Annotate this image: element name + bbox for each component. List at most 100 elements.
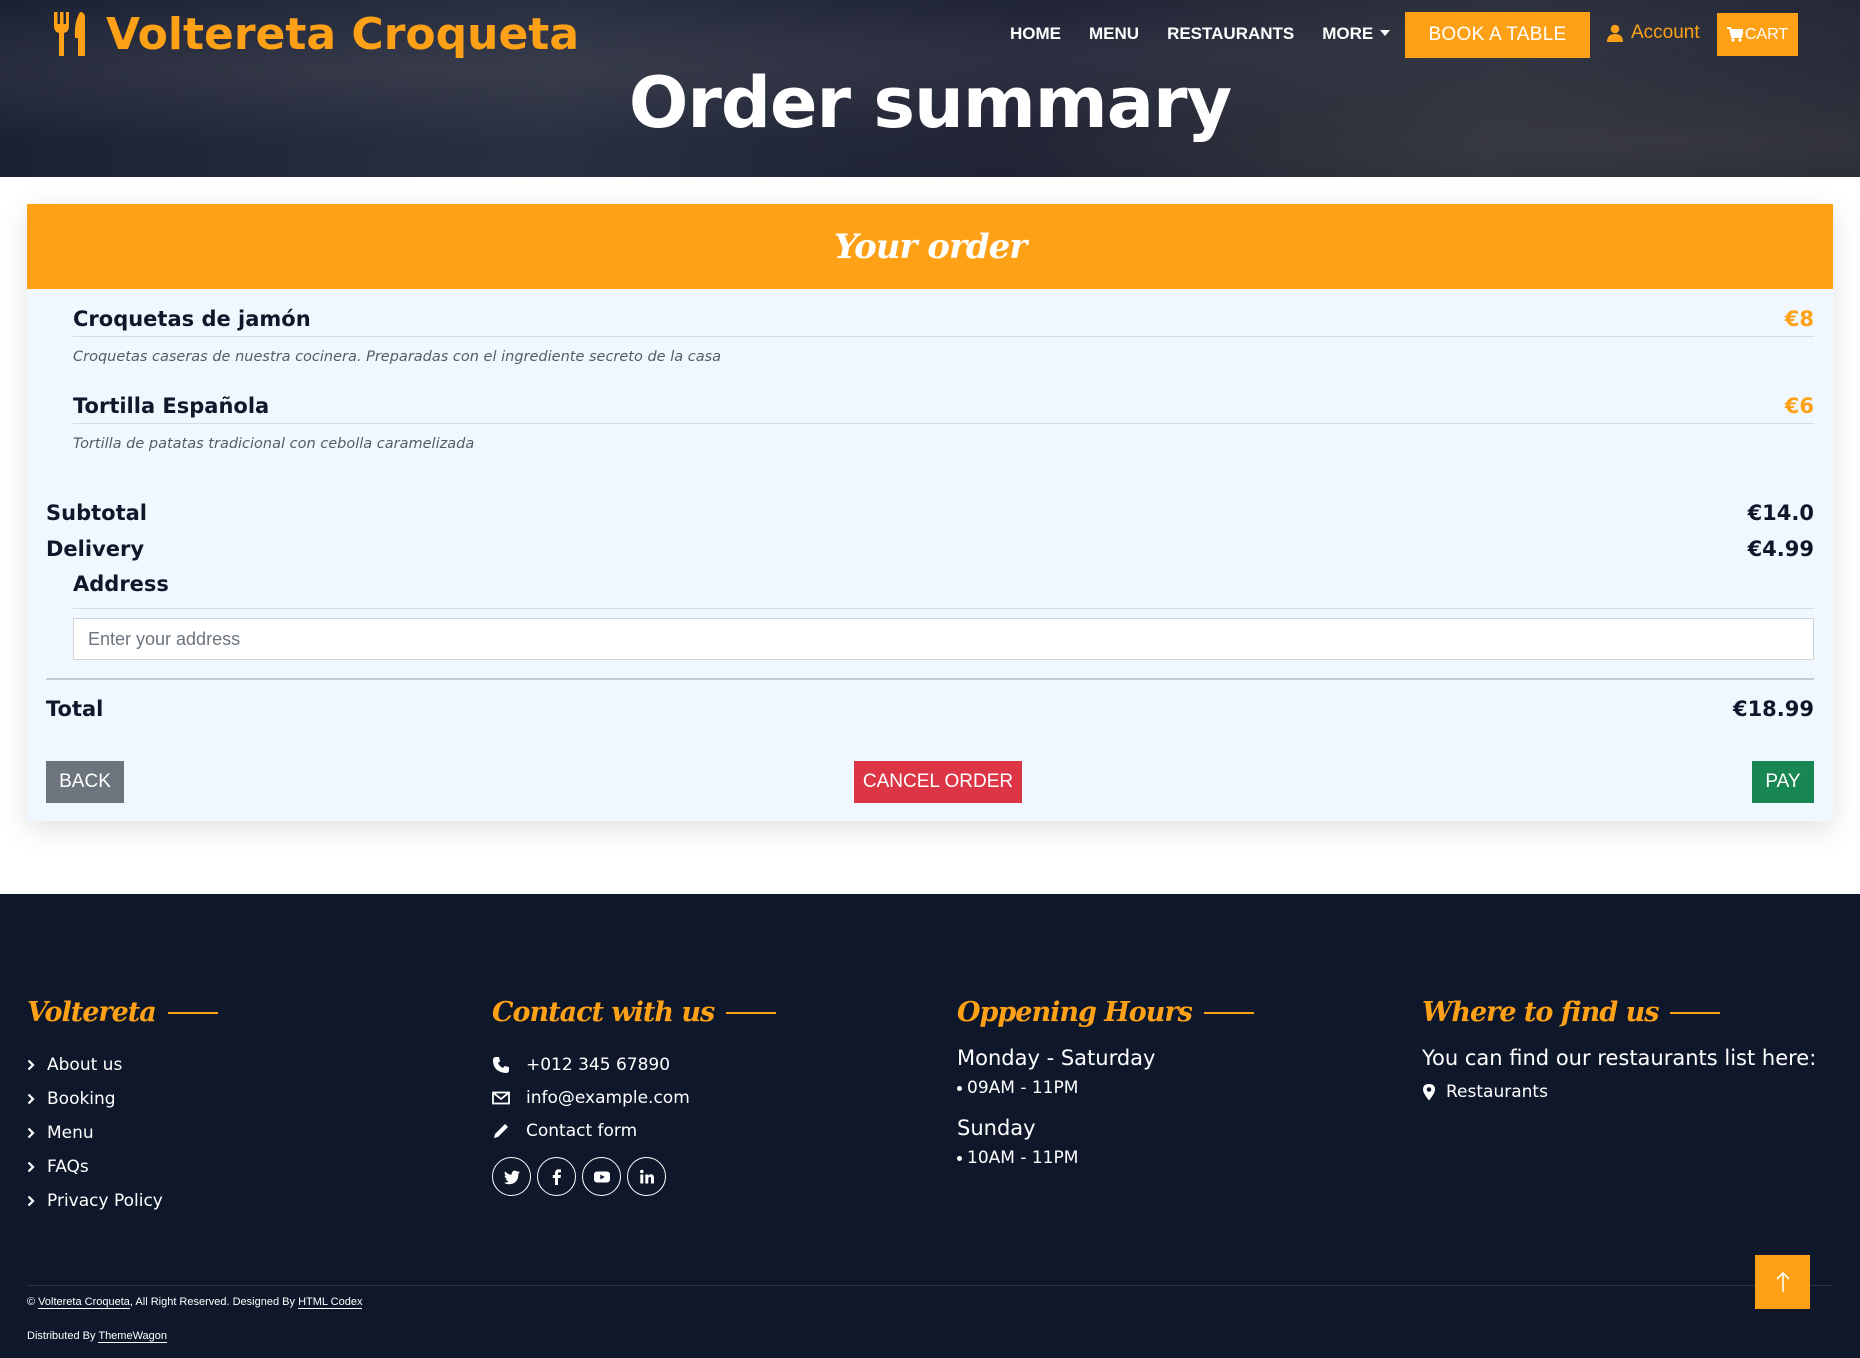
footer-link-label: Privacy Policy xyxy=(47,1191,163,1211)
total-divider xyxy=(46,678,1814,680)
back-button[interactable]: BACK xyxy=(46,761,124,803)
contact-form-text: Contact form xyxy=(526,1120,638,1141)
back-to-top-button[interactable] xyxy=(1755,1255,1810,1309)
facebook-icon xyxy=(552,1168,561,1185)
brand-logo[interactable]: Voltereta Croqueta xyxy=(52,6,579,62)
main-nav: HOME MENU RESTAURANTS MORE xyxy=(1010,14,1418,54)
pay-button[interactable]: PAY xyxy=(1752,761,1814,803)
facebook-button[interactable] xyxy=(537,1157,576,1196)
linkedin-icon xyxy=(639,1169,654,1183)
contact-email[interactable]: info@example.com xyxy=(492,1081,776,1114)
footer-col-voltereta: Voltereta About us Booking Menu FAQs Pri… xyxy=(27,997,218,1218)
subtotal-value: €14.0 xyxy=(1747,501,1814,525)
copyright: © Voltereta Croqueta, All Right Reserved… xyxy=(27,1296,363,1309)
contact-form-link[interactable]: Contact form xyxy=(492,1114,776,1147)
map-marker-icon xyxy=(1423,1084,1435,1101)
user-icon xyxy=(1607,24,1623,42)
hours-day: Monday - Saturday xyxy=(957,1046,1156,1070)
nav-more[interactable]: MORE xyxy=(1322,24,1391,44)
cart-icon xyxy=(1726,27,1743,42)
footer-link-faqs[interactable]: FAQs xyxy=(27,1150,218,1184)
hours-time: 09AM - 11PM xyxy=(957,1078,1254,1098)
cart-label: CART xyxy=(1744,25,1789,43)
account-label: Account xyxy=(1631,22,1700,43)
order-item-row: Croquetas de jamón €8 xyxy=(73,301,1814,337)
footer-link-label: Menu xyxy=(47,1123,94,1143)
distributor-link[interactable]: ThemeWagon xyxy=(98,1330,168,1343)
footer-heading-text: Oppening Hours xyxy=(957,997,1193,1028)
item-description: Tortilla de patatas tradicional con cebo… xyxy=(73,436,475,452)
address-input[interactable] xyxy=(73,618,1814,660)
copyright-text: , All Right Reserved. Designed By xyxy=(129,1296,295,1308)
total-value: €18.99 xyxy=(1732,697,1814,721)
footer-heading: Voltereta xyxy=(27,997,218,1028)
order-item-row: Tortilla Española €6 xyxy=(73,388,1814,424)
chevron-right-icon xyxy=(27,1127,35,1139)
linkedin-button[interactable] xyxy=(627,1157,666,1196)
twitter-button[interactable] xyxy=(492,1157,531,1196)
copyright-brand-link[interactable]: Voltereta Croqueta xyxy=(38,1296,130,1309)
hours-time-text: 09AM - 11PM xyxy=(967,1078,1079,1098)
nav-more-label: MORE xyxy=(1322,24,1374,43)
cancel-order-button[interactable]: CANCEL ORDER xyxy=(854,761,1022,803)
footer-col-find-us: Where to find us You can find our restau… xyxy=(1422,997,1816,1102)
chevron-right-icon xyxy=(27,1059,35,1071)
nav-menu[interactable]: MENU xyxy=(1089,24,1139,44)
bullet-icon xyxy=(957,1155,962,1161)
item-name: Tortilla Española xyxy=(73,393,270,418)
order-header: Your order xyxy=(27,204,1833,289)
footer-heading-text: Voltereta xyxy=(27,997,157,1028)
footer-link-booking[interactable]: Booking xyxy=(27,1082,218,1116)
caret-down-icon xyxy=(1380,30,1391,36)
delivery-value: €4.99 xyxy=(1747,537,1814,561)
order-item: Croquetas de jamón €8 Croquetas caseras … xyxy=(73,301,1814,365)
distributed-prefix: Distributed By xyxy=(27,1330,96,1342)
chevron-right-icon xyxy=(27,1161,35,1173)
book-table-button[interactable]: BOOK A TABLE xyxy=(1405,12,1590,58)
heading-underline xyxy=(167,1011,218,1014)
item-description: Croquetas caseras de nuestra cocinera. P… xyxy=(73,349,722,365)
item-name: Croquetas de jamón xyxy=(73,306,311,331)
order-heading: Your order xyxy=(833,226,1027,267)
item-price: €8 xyxy=(1784,306,1814,331)
total-row: Total €18.99 xyxy=(46,697,1814,721)
footer-link-menu[interactable]: Menu xyxy=(27,1116,218,1150)
utensils-icon xyxy=(52,10,92,58)
heading-underline xyxy=(1670,1011,1721,1014)
footer-link-label: FAQs xyxy=(47,1157,89,1177)
restaurants-link-label: Restaurants xyxy=(1446,1082,1548,1102)
heading-underline xyxy=(726,1011,777,1014)
footer-link-privacy[interactable]: Privacy Policy xyxy=(27,1184,218,1218)
envelope-icon xyxy=(492,1091,510,1104)
account-link[interactable]: Account xyxy=(1607,22,1700,44)
bullet-icon xyxy=(957,1085,962,1091)
footer-col-hours: Oppening Hours Monday - Saturday 09AM - … xyxy=(957,997,1254,1168)
cart-button[interactable]: CART xyxy=(1717,13,1798,56)
delivery-row: Delivery €4.99 xyxy=(46,537,1814,561)
nav-restaurants[interactable]: RESTAURANTS xyxy=(1167,24,1294,44)
footer-heading-text: Where to find us xyxy=(1422,997,1659,1028)
delivery-label: Delivery xyxy=(46,537,145,561)
phone-text: +012 345 67890 xyxy=(526,1054,671,1075)
arrow-up-icon xyxy=(1775,1271,1790,1292)
footer: Voltereta About us Booking Menu FAQs Pri… xyxy=(0,894,1860,1358)
address-label: Address xyxy=(73,572,1814,609)
item-price: €6 xyxy=(1784,393,1814,418)
nav-home[interactable]: HOME xyxy=(1010,24,1061,44)
restaurants-link[interactable]: Restaurants xyxy=(1422,1082,1816,1102)
order-item: Tortilla Española €6 Tortilla de patatas… xyxy=(73,388,1814,452)
hours-time-text: 10AM - 11PM xyxy=(967,1148,1079,1168)
footer-heading: Where to find us xyxy=(1422,997,1816,1028)
designer-link[interactable]: HTML Codex xyxy=(298,1296,363,1309)
contact-phone[interactable]: +012 345 67890 xyxy=(492,1048,776,1081)
footer-heading: Contact with us xyxy=(492,997,777,1028)
brand-name: Voltereta Croqueta xyxy=(106,8,580,60)
youtube-button[interactable] xyxy=(582,1157,621,1196)
chevron-right-icon xyxy=(27,1195,35,1207)
footer-divider xyxy=(27,1285,1833,1286)
phone-icon xyxy=(493,1056,509,1073)
chevron-right-icon xyxy=(27,1093,35,1105)
footer-link-about[interactable]: About us xyxy=(27,1048,218,1082)
page-title: Order summary xyxy=(628,62,1232,144)
youtube-icon xyxy=(593,1171,610,1182)
